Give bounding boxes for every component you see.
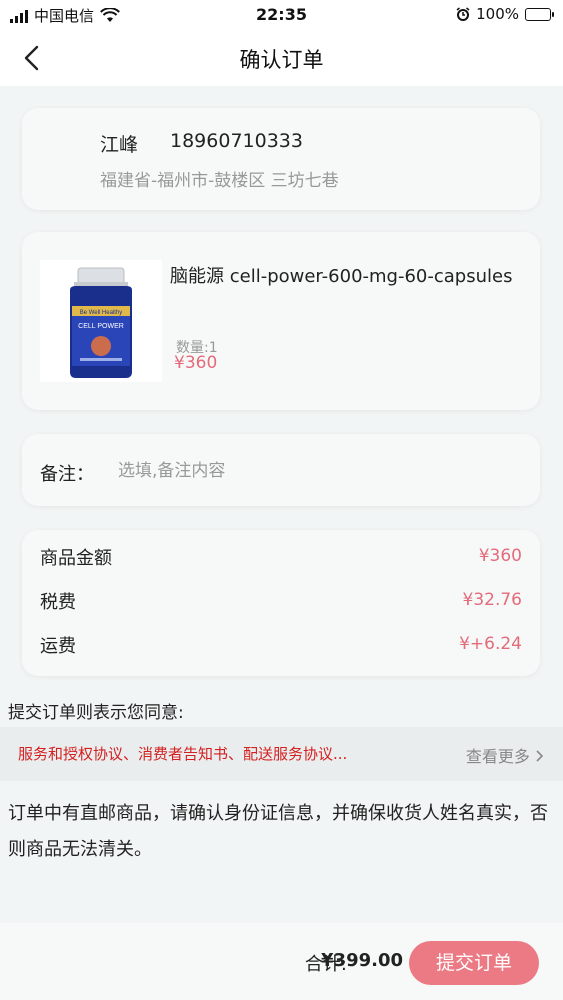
tax-label: 税费 [40, 592, 76, 613]
product-brand-text: Be Well Healthy [80, 310, 123, 316]
total-value: ¥399.00 [321, 950, 403, 971]
agreement-bar: 服务和授权协议、消费者告知书、配送服务协议... 查看更多 [0, 727, 563, 781]
view-more-link[interactable]: 查看更多 [466, 743, 545, 767]
shipping-label: 运费 [40, 636, 76, 657]
remark-input[interactable] [118, 456, 518, 486]
goods-amount-label: 商品金额 [40, 548, 112, 569]
price-summary-card: 商品金额 ¥360 税费 ¥32.76 运费 ¥+6.24 [22, 530, 540, 676]
summary-row-goods: 商品金额 ¥360 [40, 544, 522, 574]
product-image: Be Well Healthy CELL POWER [40, 260, 162, 382]
product-label-text: CELL POWER [78, 323, 124, 330]
remark-card: 备注： [22, 434, 540, 506]
product-name: 脑能源 cell-power-600-mg-60-capsules [170, 266, 513, 287]
page-title: 确认订单 [239, 48, 324, 72]
tax-value: ¥32.76 [462, 590, 522, 610]
summary-row-tax: 税费 ¥32.76 [40, 588, 522, 618]
battery-icon [525, 7, 554, 21]
recipient-address: 福建省-福州市-鼓楼区 三坊七巷 [100, 171, 339, 191]
recipient-name: 江峰 [100, 134, 139, 156]
agreement-title: 提交订单则表示您同意: [8, 703, 184, 723]
view-more-label: 查看更多 [465, 747, 530, 766]
alarm-icon [456, 7, 470, 21]
nav-bar: 确认订单 [0, 30, 563, 86]
product-price: ¥360 [174, 353, 218, 373]
shipping-value: ¥+6.24 [459, 634, 522, 654]
remark-label: 备注： [40, 464, 94, 485]
product-card: Be Well Healthy CELL POWER 脑能源 cell-powe… [22, 232, 540, 410]
status-bar: 中国电信 22:35 100% [0, 0, 563, 30]
agreement-links[interactable]: 服务和授权协议、消费者告知书、配送服务协议... [18, 743, 347, 764]
customs-notice: 订单中有直邮商品，请确认身份证信息，并确保收货人姓名真实，否则商品无法清关。 [8, 803, 548, 860]
goods-amount-value: ¥360 [478, 546, 522, 566]
recipient-phone: 18960710333 [170, 130, 303, 152]
submit-order-button[interactable]: 提交订单 [409, 941, 539, 985]
chevron-right-icon [536, 750, 544, 762]
address-card[interactable]: 江峰 18960710333 福建省-福州市-鼓楼区 三坊七巷 [22, 108, 540, 210]
status-right: 100% [456, 5, 554, 23]
battery-percent: 100% [476, 5, 519, 23]
summary-row-shipping: 运费 ¥+6.24 [40, 632, 522, 662]
bottom-bar: 合计: ¥399.00 提交订单 [0, 923, 563, 1000]
